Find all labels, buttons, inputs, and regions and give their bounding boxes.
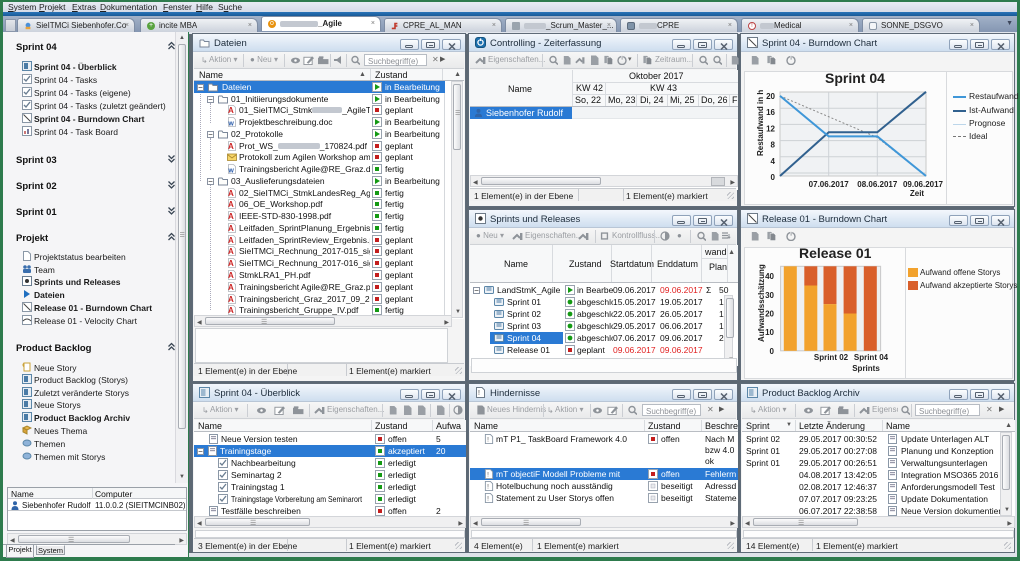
svg-text:!: ! bbox=[487, 483, 489, 490]
svg-text:09.06.2017: 09.06.2017 bbox=[903, 180, 944, 189]
svg-text:Zeit: Zeit bbox=[910, 189, 925, 198]
svg-text:Sprint 04: Sprint 04 bbox=[854, 353, 889, 362]
svg-text:Sprint 02: Sprint 02 bbox=[814, 353, 849, 362]
svg-text:20: 20 bbox=[765, 310, 774, 319]
svg-text:20: 20 bbox=[766, 92, 775, 101]
svg-text:8: 8 bbox=[771, 141, 776, 150]
svg-text:08.06.2017: 08.06.2017 bbox=[857, 180, 898, 189]
svg-text:0: 0 bbox=[770, 347, 775, 356]
svg-text:07.06.2017: 07.06.2017 bbox=[809, 180, 850, 189]
svg-text:!: ! bbox=[487, 495, 489, 502]
svg-text:0: 0 bbox=[771, 173, 776, 182]
svg-text:!: ! bbox=[478, 390, 480, 397]
svg-text:10: 10 bbox=[765, 328, 774, 337]
svg-text:Sprints: Sprints bbox=[852, 364, 880, 373]
svg-text:!: ! bbox=[487, 436, 489, 443]
svg-text:!: ! bbox=[487, 471, 489, 478]
svg-text:4: 4 bbox=[771, 157, 776, 166]
svg-text:16: 16 bbox=[766, 108, 775, 117]
svg-text:12: 12 bbox=[766, 124, 775, 133]
svg-text:30: 30 bbox=[765, 291, 774, 300]
svg-text:40: 40 bbox=[765, 272, 774, 281]
